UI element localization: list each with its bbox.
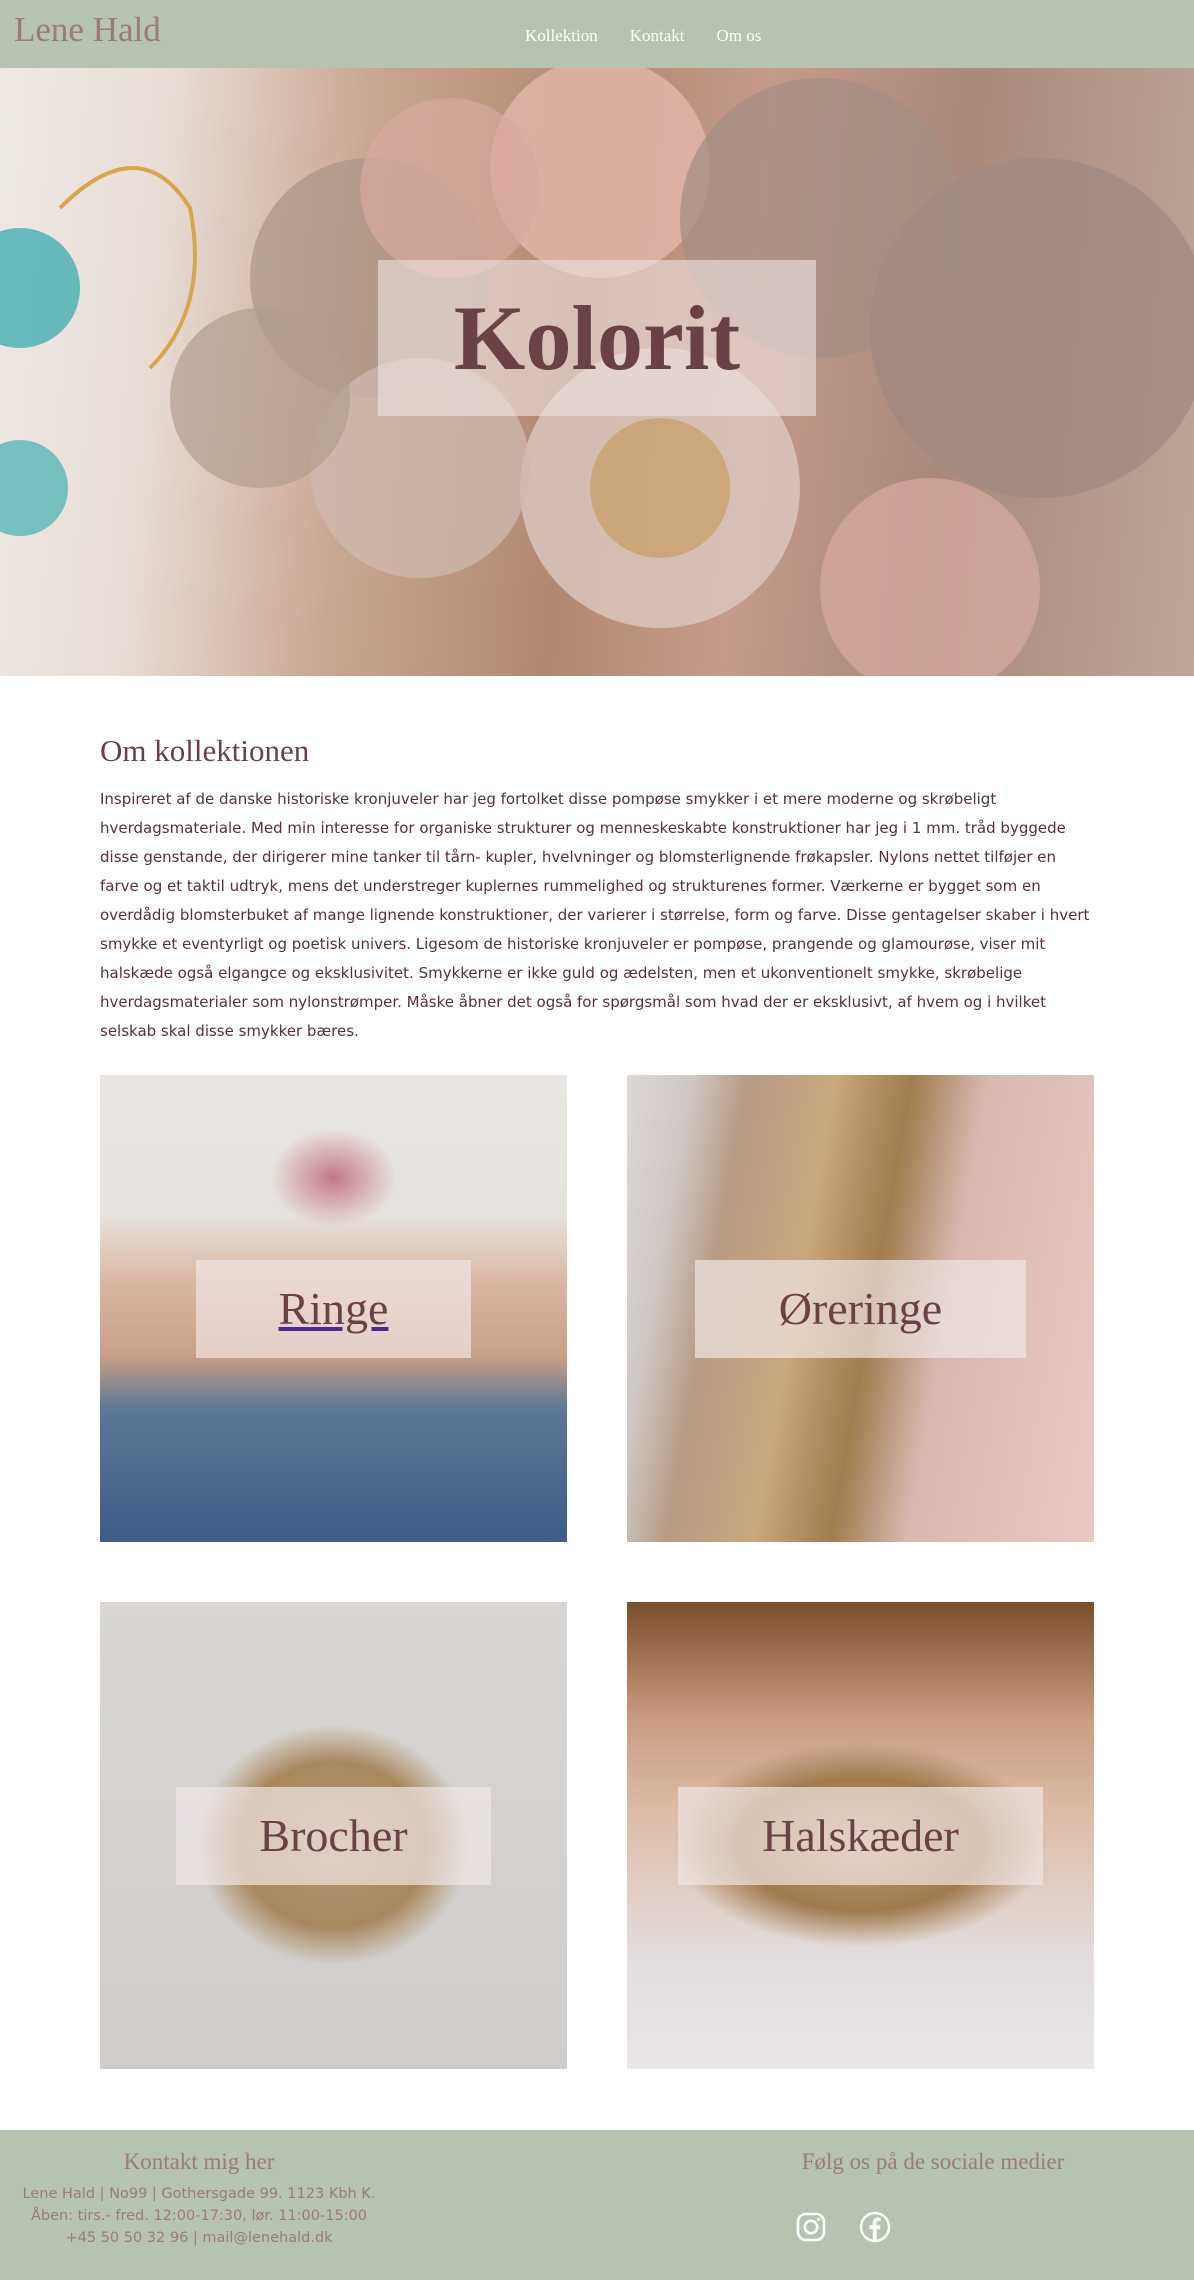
category-tile-halskaeder[interactable]: Halskæder — [627, 1602, 1094, 2069]
hero-title: Kolorit — [453, 287, 741, 389]
contact-info: Lene Hald | No99 | Gothersgade 99. 1123 … — [0, 2183, 398, 2249]
nav-link-kollektion[interactable]: Kollektion — [525, 26, 598, 46]
main-nav: Kollektion Kontakt Om os — [525, 26, 761, 46]
tile-label-brocher[interactable]: Brocher — [259, 1813, 407, 1859]
tile-label-box: Ringe — [196, 1260, 471, 1358]
social-title: Følg os på de sociale medier — [801, 2149, 1065, 2174]
contact-address: Lene Hald | No99 | Gothersgade 99. 1123 … — [22, 2186, 376, 2202]
tile-label-ringe[interactable]: Ringe — [279, 1286, 389, 1332]
facebook-icon[interactable] — [859, 2211, 891, 2243]
hero-banner: Kolorit — [0, 68, 1194, 676]
tile-label-box: Brocher — [176, 1787, 491, 1885]
site-header: Lene Hald Kollektion Kontakt Om os — [0, 0, 1194, 68]
about-heading: Om kollektionen — [100, 733, 310, 768]
tile-label-box: Øreringe — [695, 1260, 1026, 1358]
contact-title: Kontakt mig her — [123, 2149, 275, 2174]
hero-title-box: Kolorit — [378, 260, 816, 416]
category-tile-brocher[interactable]: Brocher — [100, 1602, 567, 2069]
category-tile-ringe[interactable]: Ringe — [100, 1075, 567, 1542]
nav-link-kontakt[interactable]: Kontakt — [630, 26, 685, 46]
tile-label-oreringe[interactable]: Øreringe — [779, 1286, 942, 1332]
tile-label-halskaeder[interactable]: Halskæder — [762, 1813, 959, 1859]
instagram-icon[interactable] — [795, 2211, 827, 2243]
contact-hours: Åben: tirs.- fred. 12:00-17:30, lør. 11:… — [30, 2208, 368, 2224]
social-links — [795, 2211, 891, 2243]
category-tile-oreringe[interactable]: Øreringe — [627, 1075, 1094, 1542]
nav-link-om-os[interactable]: Om os — [717, 26, 762, 46]
about-text: Inspireret af de danske historiske kronj… — [100, 790, 1090, 1040]
site-logo[interactable]: Lene Hald — [14, 10, 161, 50]
contact-phone-email[interactable]: +45 50 50 32 96 | mail@lenehald.dk — [0, 2227, 398, 2249]
tile-label-box: Halskæder — [678, 1787, 1043, 1885]
